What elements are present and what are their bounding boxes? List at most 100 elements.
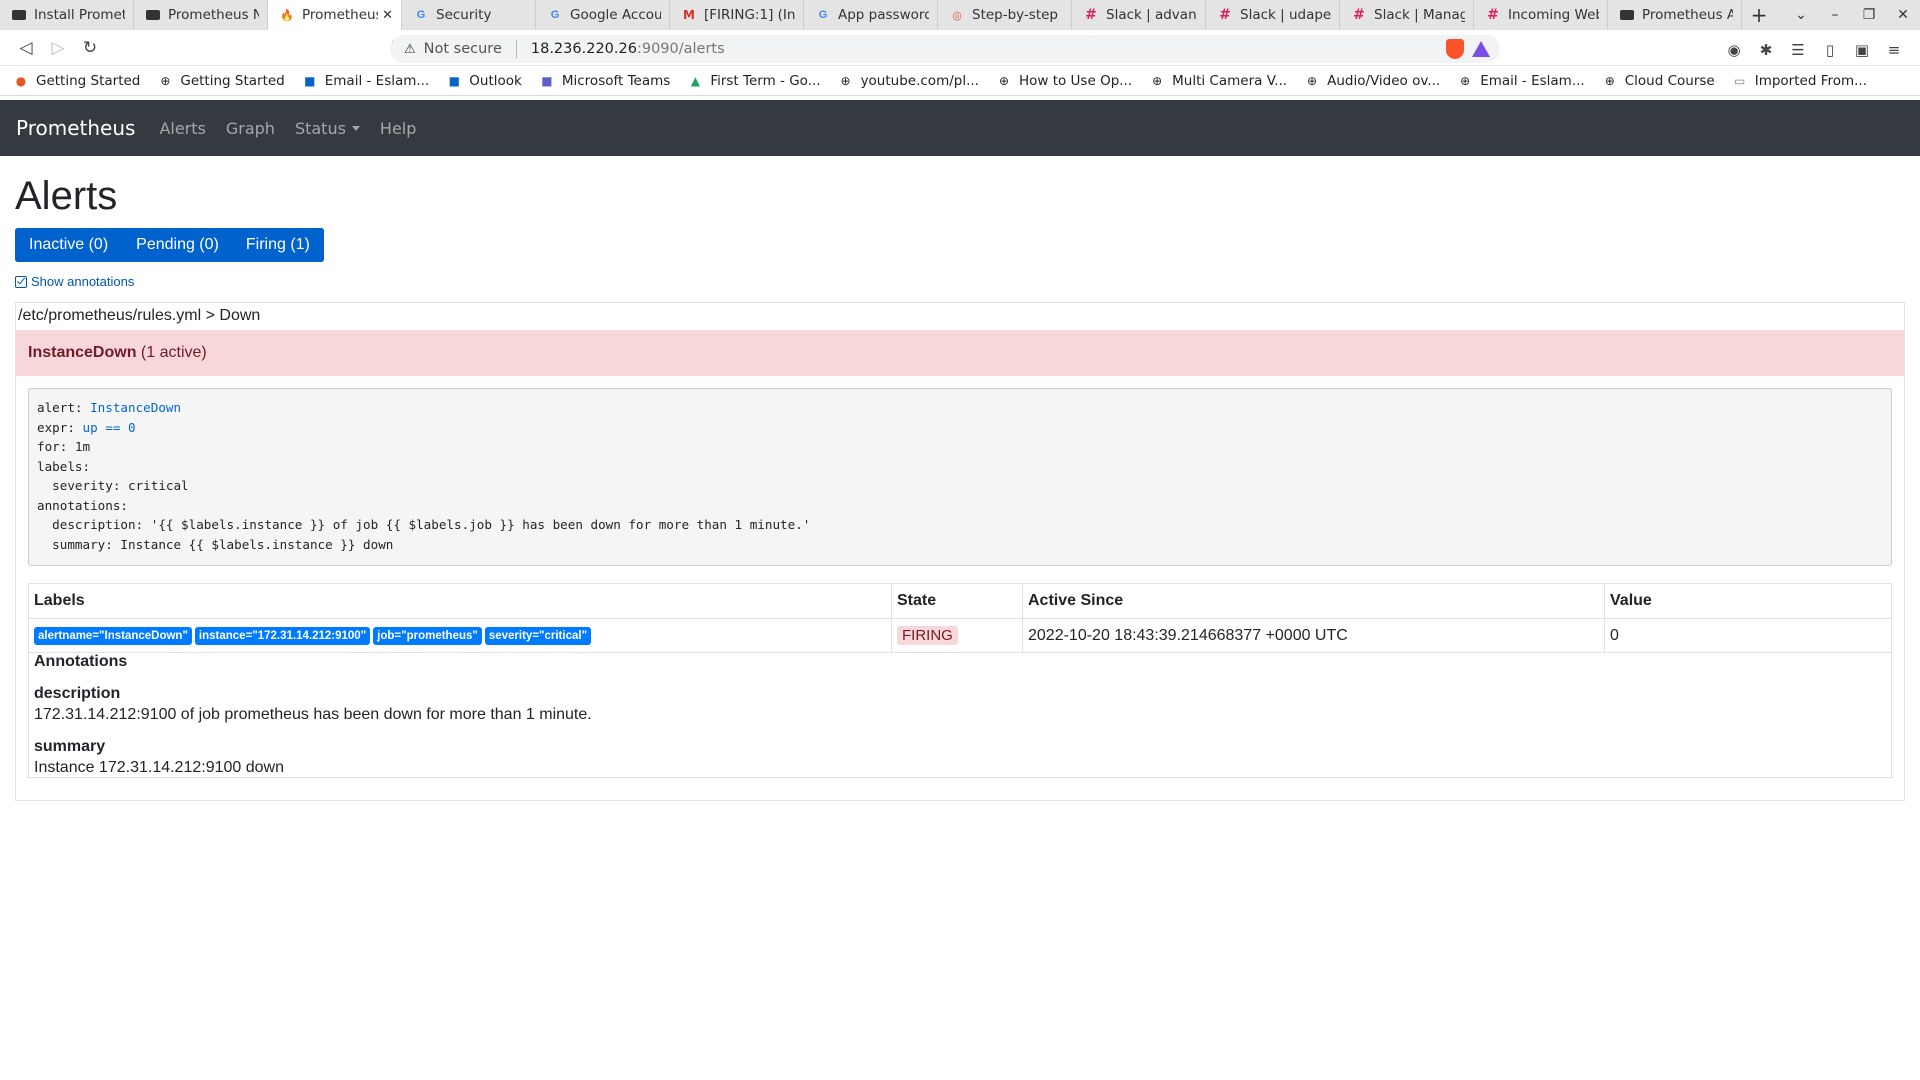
bookmark-item[interactable]: ⊕ Getting Started	[158, 73, 284, 89]
bookmark-item[interactable]: ⊕ How to Use Op...	[997, 73, 1132, 89]
security-label[interactable]: Not secure	[424, 41, 502, 57]
bookmark-item[interactable]: ■ Outlook	[447, 73, 522, 89]
playlist-icon[interactable]: ☰	[1782, 37, 1814, 63]
sidebar-icon[interactable]: ▯	[1814, 37, 1846, 63]
bookmark-item[interactable]: ⊕ Audio/Video ov...	[1305, 73, 1440, 89]
rule-alert-link[interactable]: InstanceDown	[90, 400, 181, 415]
browser-tab[interactable]: M [FIRING:1] (Ins	[670, 0, 804, 30]
globe-icon: ⊕	[160, 73, 171, 88]
bookmark-label: Imported From...	[1754, 72, 1868, 89]
bookmark-item[interactable]: ⊕ Email - Eslam...	[1458, 73, 1585, 89]
reload-button[interactable]: ↻	[74, 34, 106, 62]
globe-icon: ⊕	[840, 73, 851, 88]
slack-icon: #	[1353, 7, 1365, 23]
alerts-table: Labels State Active Since Value alertnam…	[28, 583, 1892, 778]
warning-icon[interactable]: ⚠	[404, 42, 416, 57]
rule-summary-line: summary: Instance {{ $labels.instance }}…	[37, 536, 394, 552]
bookmark-item[interactable]: ▲ First Term - Go...	[688, 73, 821, 89]
url-path[interactable]: :9090/alerts	[637, 41, 725, 57]
nav-status[interactable]: Status	[295, 119, 360, 138]
browser-tab-active[interactable]: 🔥 Prometheus ✕	[268, 0, 402, 30]
rule-alert-key: alert:	[37, 400, 83, 415]
browser-tab[interactable]: # Incoming Web	[1474, 0, 1608, 30]
filter-firing-button[interactable]: Firing (1)	[232, 228, 324, 262]
forward-button[interactable]: ▷	[42, 34, 74, 62]
back-button[interactable]: ◁	[10, 34, 42, 62]
wallet-icon[interactable]: ▣	[1846, 37, 1878, 63]
rule-expr-link[interactable]: up == 0	[83, 420, 136, 435]
show-annotations-label[interactable]: Show annotations	[31, 274, 134, 289]
rule-definition: alert: InstanceDown expr: up == 0 for: 1…	[28, 388, 1892, 566]
nav-help[interactable]: Help	[380, 119, 416, 138]
browser-tab[interactable]: # Slack | Manag	[1340, 0, 1474, 30]
browser-tab[interactable]: G App passwords	[804, 0, 938, 30]
bookmark-item[interactable]: ■ Microsoft Teams	[540, 73, 670, 89]
bookmark-label: Getting Started	[36, 72, 141, 89]
menu-icon[interactable]: ≡	[1878, 37, 1910, 63]
bookmark-item[interactable]: ■ Email - Eslam...	[303, 73, 429, 89]
new-tab-button[interactable]: +	[1742, 0, 1776, 30]
bookmark-label: Email - Eslam...	[1480, 72, 1585, 89]
minimize-icon[interactable]: –	[1818, 7, 1852, 23]
bookmark-item[interactable]: ⊕ youtube.com/pl...	[839, 73, 979, 89]
bookmark-item[interactable]: ⊕ Multi Camera V...	[1150, 73, 1287, 89]
filter-inactive-button[interactable]: Inactive (0)	[15, 228, 123, 262]
alert-name[interactable]: InstanceDown	[28, 344, 136, 361]
checkbox-checked-icon[interactable]	[15, 275, 27, 288]
tab-list-chevron-icon[interactable]: ⌄	[1784, 7, 1818, 23]
bookmark-item[interactable]: ● Getting Started	[14, 72, 141, 89]
browser-tab[interactable]: Install Prometh	[0, 0, 134, 30]
label-badge: instance="172.31.14.212:9100"	[194, 627, 371, 645]
rule-group-card: /etc/prometheus/rules.yml > Down Instanc…	[15, 302, 1905, 801]
terminal-icon	[146, 10, 160, 20]
browser-tab[interactable]: # Slack | udapec	[1206, 0, 1340, 30]
gmail-icon: M	[683, 8, 695, 22]
header-active-since: Active Since	[1022, 583, 1605, 619]
tab-title: Step-by-step g	[972, 7, 1063, 23]
google-icon: G	[416, 9, 426, 21]
browser-tab[interactable]: G Google Accoun	[536, 0, 670, 30]
extensions-icon[interactable]: ✱	[1750, 37, 1782, 63]
top-navbar: Prometheus Alerts Graph Status Help	[0, 100, 1920, 156]
browser-tab[interactable]: G Security	[402, 0, 536, 30]
page-title: Alerts	[15, 174, 118, 218]
filter-pending-button[interactable]: Pending (0)	[122, 228, 233, 262]
url-host[interactable]: 18.236.220.26	[531, 41, 637, 57]
prometheus-icon: 🔥	[280, 8, 294, 22]
browser-tab[interactable]: # Slack | advanc	[1072, 0, 1206, 30]
tab-title: Prometheus Al	[1642, 7, 1733, 23]
bookmark-label: How to Use Op...	[1018, 72, 1133, 89]
label-badge: severity="critical"	[484, 627, 592, 645]
tab-title: Google Accoun	[570, 7, 661, 23]
profile-icon[interactable]: ◉	[1718, 37, 1750, 63]
nav-graph[interactable]: Graph	[226, 119, 275, 138]
close-window-icon[interactable]: ✕	[1886, 7, 1920, 23]
alert-rule-header[interactable]: InstanceDown (1 active)	[16, 330, 1904, 376]
address-bar[interactable]: ⚠ Not secure 18.236.220.26 :9090/alerts	[390, 35, 1500, 63]
annotation-value: 172.31.14.212:9100 of job prometheus has…	[34, 706, 592, 723]
show-annotations-toggle[interactable]: Show annotations	[15, 274, 1905, 289]
brave-rewards-icon[interactable]	[1472, 41, 1490, 57]
terminal-icon	[1620, 10, 1634, 20]
restore-icon[interactable]: ❐	[1852, 7, 1886, 23]
tab-title: Install Prometh	[34, 7, 125, 23]
url-separator	[515, 40, 517, 58]
annotations-row: Annotations description 172.31.14.212:91…	[28, 652, 1892, 778]
bookmark-label: Multi Camera V...	[1172, 72, 1288, 89]
annotation-key: summary	[34, 738, 106, 755]
nav-alerts[interactable]: Alerts	[159, 119, 205, 138]
browser-tab[interactable]: Prometheus Al	[1608, 0, 1742, 30]
brand-link[interactable]: Prometheus	[16, 116, 135, 140]
brave-shields-icon[interactable]	[1446, 39, 1464, 59]
annotations-title: Annotations	[34, 653, 128, 670]
annotations-cell: Annotations description 172.31.14.212:91…	[28, 652, 1892, 778]
close-icon[interactable]: ✕	[382, 8, 393, 23]
bookmark-label: youtube.com/pl...	[860, 72, 979, 89]
rule-labels-key: labels:	[37, 458, 91, 474]
rule-group-path: /etc/prometheus/rules.yml > Down	[18, 307, 261, 324]
bookmark-item[interactable]: ▭ Imported From...	[1733, 73, 1867, 89]
browser-right-tools: ◉ ✱ ☰ ▯ ▣ ≡	[1718, 37, 1910, 63]
bookmark-item[interactable]: ⊕ Cloud Course	[1603, 73, 1715, 89]
browser-tab[interactable]: ◎ Step-by-step g	[938, 0, 1072, 30]
browser-tab[interactable]: Prometheus N	[134, 0, 268, 30]
